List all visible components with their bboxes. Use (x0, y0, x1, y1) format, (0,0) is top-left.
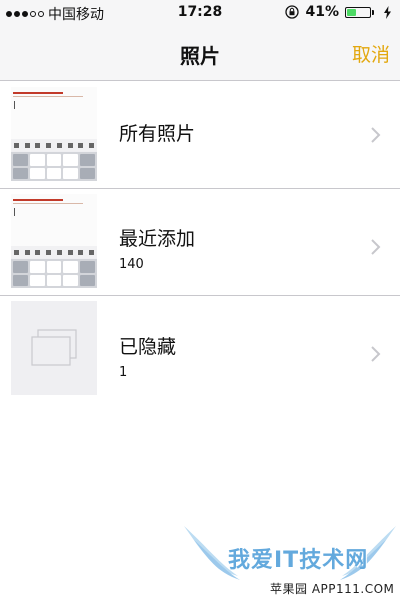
rotation-lock-icon (285, 5, 300, 19)
stacked-photos-icon (31, 329, 77, 366)
watermark-title: 我爱IT技术网 (228, 548, 369, 573)
album-name: 已隐藏 (119, 336, 177, 358)
chevron-right-icon (371, 127, 381, 143)
album-thumbnail (11, 194, 97, 288)
battery-level (347, 8, 357, 16)
album-row-hidden[interactable]: 已隐藏 1 (0, 295, 400, 402)
album-count: 140 (119, 257, 144, 272)
watermark: 我爱IT技术网 苹果园 APP111.COM (180, 518, 400, 600)
navigation-bar: 照片 取消 (0, 26, 400, 81)
album-count: 1 (119, 365, 128, 380)
album-list: 所有照片 最近添加 140 已隐藏 1 (0, 81, 400, 402)
album-thumbnail (11, 87, 97, 181)
cancel-button[interactable]: 取消 (352, 40, 390, 67)
page-title: 照片 (180, 44, 220, 68)
watermark-subtitle: 苹果园 APP111.COM (270, 582, 395, 596)
album-thumbnail (11, 301, 97, 395)
album-row-recently-added[interactable]: 最近添加 140 (0, 188, 400, 295)
album-name: 最近添加 (119, 228, 196, 250)
album-name: 所有照片 (119, 123, 196, 145)
charging-bolt-icon (384, 5, 391, 19)
chevron-right-icon (371, 346, 381, 362)
album-row-all-photos[interactable]: 所有照片 (0, 81, 400, 188)
chevron-right-icon (371, 239, 381, 255)
status-right: 41% (285, 4, 392, 20)
battery-percent: 41% (305, 4, 339, 20)
battery-icon (345, 6, 374, 18)
status-bar: 中国移动 17:28 41% (0, 0, 400, 26)
